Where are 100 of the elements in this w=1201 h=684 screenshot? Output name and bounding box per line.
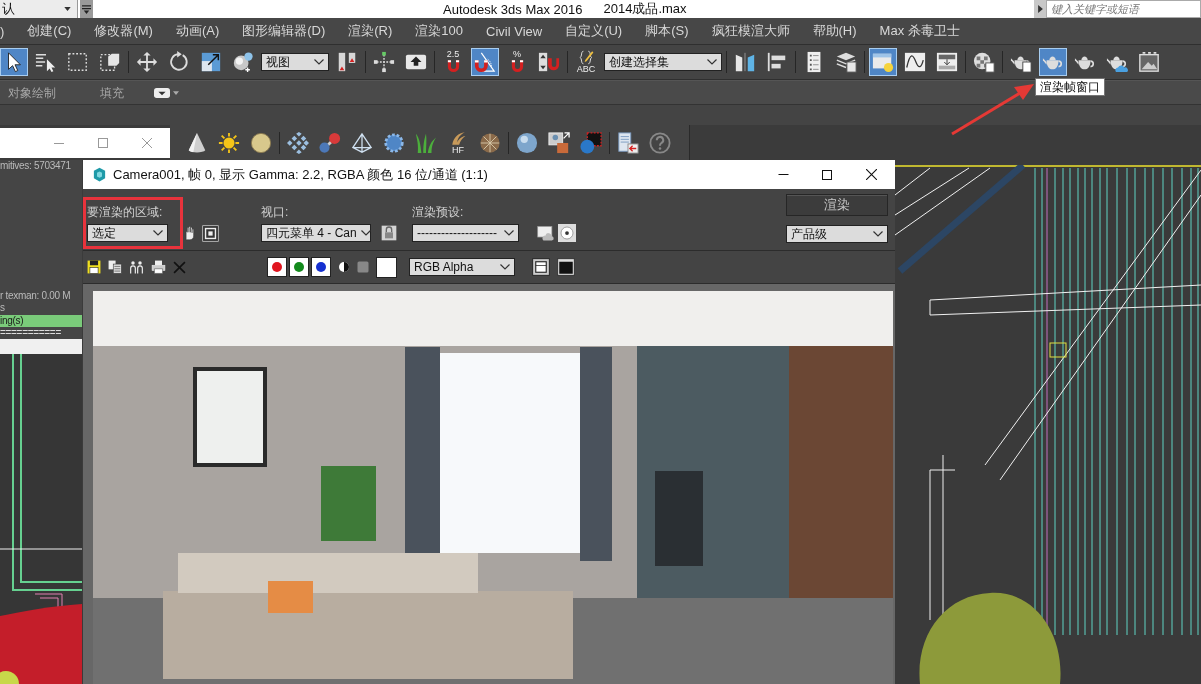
spinner-magnet-icon (538, 51, 560, 73)
dropdown[interactable]: 创建选择集 (604, 53, 722, 71)
crosshair-icon (373, 51, 395, 73)
display-button[interactable] (557, 258, 575, 276)
color-swatch-icon[interactable] (376, 256, 397, 278)
menu-item[interactable]: 图形编辑器(D) (242, 22, 326, 40)
molecule-icon (319, 131, 341, 154)
chevron-down-icon (314, 59, 324, 65)
particle-grid-icon (287, 131, 309, 154)
menu-item[interactable]: Civil View (486, 23, 543, 39)
toolbar-button[interactable]: 2.5 (439, 48, 467, 76)
viewport-dropdown[interactable]: 四元菜单 4 - Can (261, 224, 371, 242)
ribbon-tab[interactable]: 对象绘制 (0, 82, 64, 103)
menu-item[interactable]: 动画(A) (175, 22, 220, 40)
scale-box-icon (200, 51, 222, 73)
maximize-icon (98, 138, 108, 148)
schematic-icon (936, 51, 958, 73)
disc-button[interactable] (558, 224, 576, 242)
menu-item[interactable]: 疯狂模渲大师 (711, 22, 790, 40)
workspace-dropdown[interactable]: 认 (0, 0, 78, 18)
menu-item[interactable]: Max 杀毒卫士 (879, 22, 960, 40)
channel-toggle[interactable] (289, 257, 309, 277)
menu-button[interactable] (80, 0, 93, 18)
toolbar-button[interactable]: HF (444, 128, 472, 157)
braces-pencil-icon (578, 50, 594, 65)
field-label: 渲染预设: (412, 205, 465, 219)
menu-item[interactable]: 渲染100 (415, 22, 464, 40)
chevron-down-icon (504, 230, 514, 236)
lock-icon (381, 224, 397, 242)
max-logo-icon (92, 167, 107, 182)
window-crossing-icon (99, 51, 121, 73)
document-arrow-icon (617, 131, 639, 154)
render-preview-icon (537, 224, 554, 242)
ribbon-options-button[interactable] (154, 87, 179, 98)
ribbon-tab[interactable]: 填充 (92, 82, 132, 103)
mirror-icon (734, 51, 756, 73)
disc-icon (558, 224, 576, 242)
clear-x-icon (173, 260, 186, 274)
floppy-icon (87, 260, 101, 274)
search-field[interactable]: 键入关键字或短语 (1046, 0, 1201, 18)
minimize-icon (54, 142, 64, 144)
checker-sphere-icon (973, 51, 995, 73)
display-button[interactable] (532, 258, 550, 276)
angle-magnet-icon (474, 51, 496, 73)
menu-item[interactable]: 渲染(R) (348, 22, 393, 40)
hair-icon (450, 130, 466, 146)
channel-dropdown[interactable]: RGB Alpha (409, 258, 515, 276)
rotate-icon (168, 51, 190, 73)
region-button[interactable] (202, 224, 219, 242)
menu-lines-icon (82, 4, 91, 14)
minimize-icon (777, 174, 789, 175)
chevron-down-icon (153, 230, 163, 236)
area-dropdown[interactable]: 选定 (87, 224, 168, 242)
window-bulb-icon (872, 51, 894, 73)
alpha-button[interactable] (357, 261, 369, 273)
log-line: s (0, 302, 6, 314)
mono-button[interactable] (338, 261, 350, 273)
chevron-down-icon (360, 230, 371, 236)
channel-toggle[interactable] (267, 257, 287, 277)
alpha-square-icon (357, 261, 369, 273)
frame-icon (1138, 51, 1160, 73)
print-button[interactable] (151, 260, 166, 274)
toolbar-button[interactable]: % (503, 48, 531, 76)
expand-button[interactable] (1034, 0, 1046, 18)
menu-item[interactable]: 创建(C) (27, 22, 72, 40)
clone-people-icon (129, 260, 144, 274)
select-list-icon (35, 51, 57, 73)
menu-item[interactable]: ) (0, 23, 5, 39)
fur-ball-icon (479, 131, 501, 154)
toolbar-button[interactable]: ABC (572, 48, 600, 76)
chevron-down-icon (873, 231, 883, 237)
caret-right-icon (1037, 5, 1043, 13)
window-title: Camera001, 帧 0, 显示 Gamma: 2.2, RGBA 颜色 16 位/通道 (1:1) (113, 165, 488, 184)
layers-icon (835, 51, 857, 73)
tooltip: 渲染帧窗口 (1035, 78, 1105, 96)
toolbar-button[interactable] (0, 48, 28, 76)
clone-button[interactable] (129, 260, 144, 274)
menu-item[interactable]: 自定义(U) (565, 22, 623, 40)
sphere-frame-icon (580, 131, 602, 154)
lock-button[interactable] (381, 224, 397, 242)
menu-item[interactable]: 脚本(S) (645, 22, 689, 40)
menu-item[interactable]: 帮助(H) (812, 22, 857, 40)
channel-toggle[interactable] (311, 257, 331, 277)
cone-icon (186, 131, 208, 154)
preset-dropdown[interactable]: -------------------- (412, 224, 519, 242)
render-button[interactable]: 渲染 (786, 194, 888, 216)
caret-down-icon (64, 7, 71, 11)
filled-panel-icon (557, 258, 575, 276)
window-split-icon (532, 258, 550, 276)
preview-button[interactable] (537, 224, 554, 242)
dropdown[interactable]: 视图 (261, 53, 329, 71)
log-line: r texman: 0.00 M (0, 290, 72, 302)
curve-graph-icon (904, 51, 926, 73)
align-icon (766, 51, 788, 73)
save-button[interactable] (87, 260, 101, 274)
copy-button[interactable] (108, 260, 122, 274)
menu-item[interactable]: 修改器(M) (94, 22, 153, 40)
field-label: 视口: (261, 205, 290, 219)
quality-dropdown[interactable]: 产品级 (786, 225, 888, 243)
mono-icon (338, 261, 350, 273)
